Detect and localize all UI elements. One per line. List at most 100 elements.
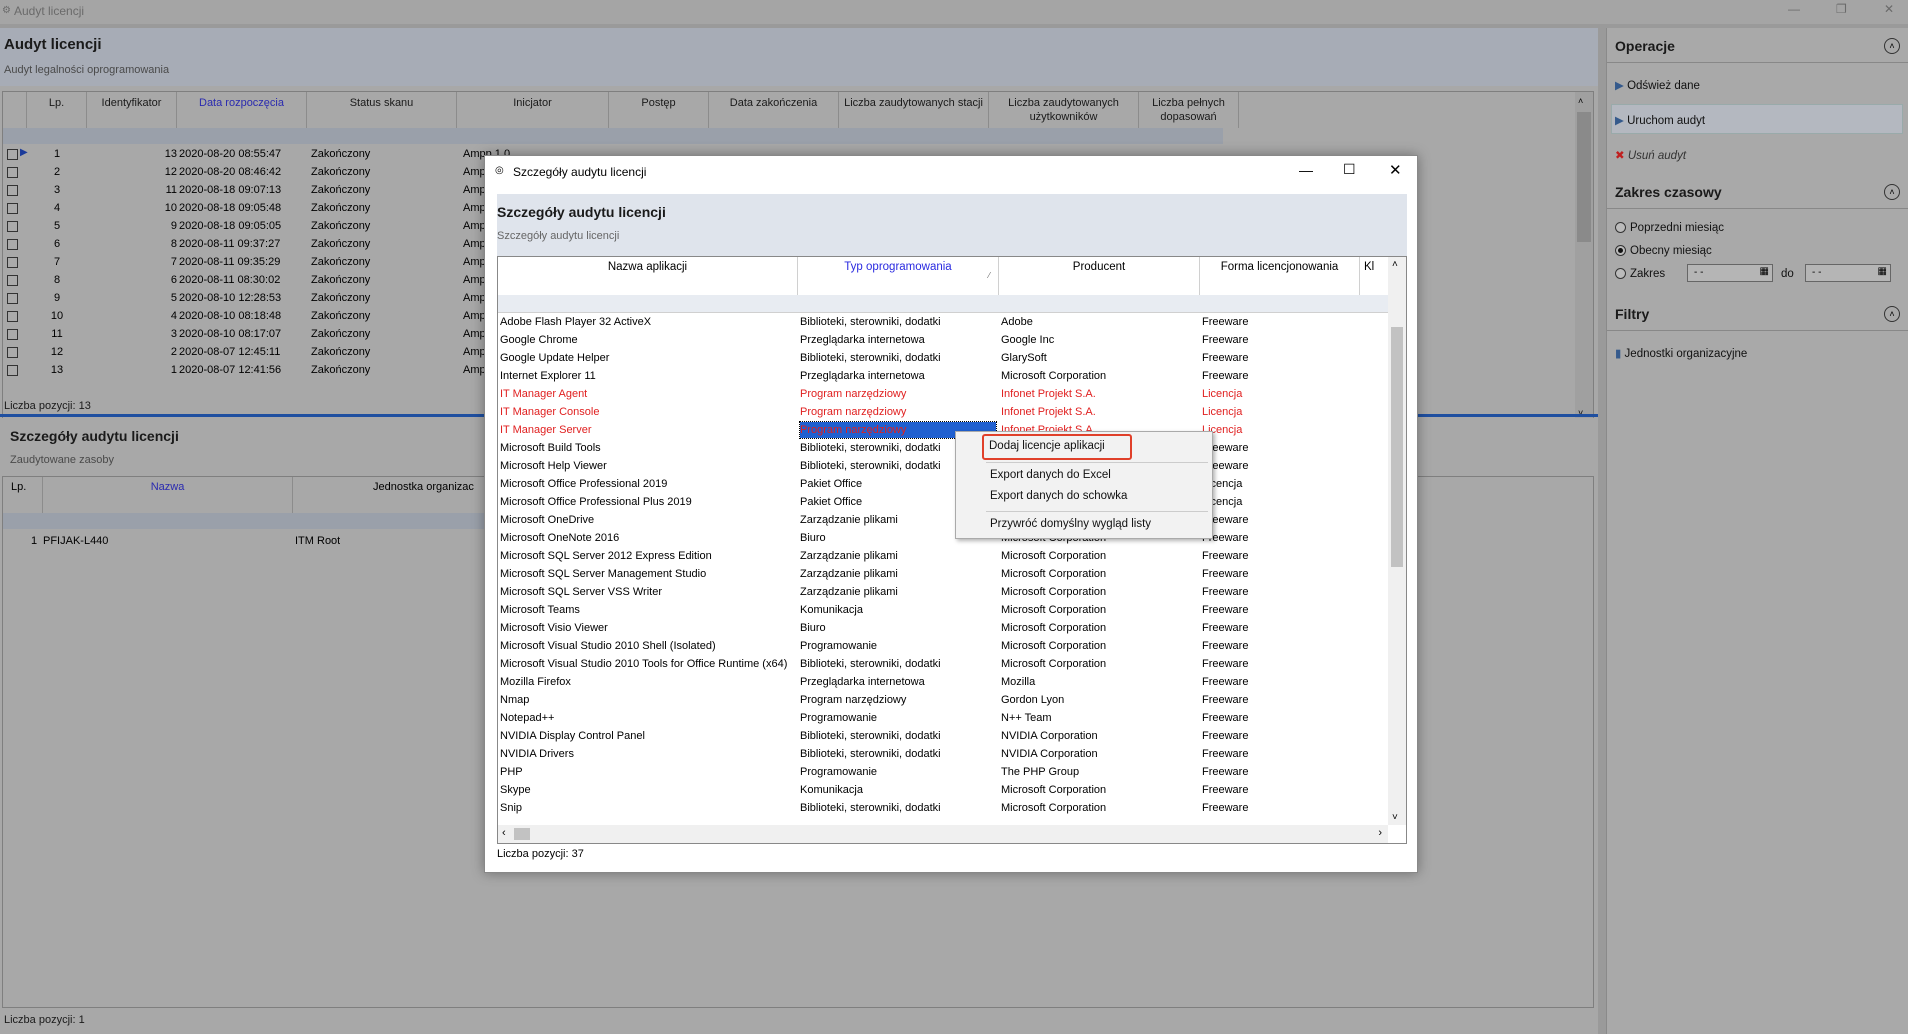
row-checkbox[interactable] (7, 275, 18, 286)
radio-this-month[interactable]: Obecny miesiąc (1615, 245, 1712, 257)
calendar-icon[interactable]: ▦ (1878, 266, 1887, 277)
collapse-icon[interactable]: ˄ (1884, 184, 1900, 200)
row-checkbox[interactable] (7, 167, 18, 178)
scroll-up-icon[interactable]: ˄ (1578, 96, 1583, 106)
list-item[interactable]: Microsoft SQL Server 2012 Express Editio… (498, 547, 1388, 565)
scroll-left-icon[interactable]: ‹ (502, 827, 506, 839)
radio-range[interactable]: Zakres (1615, 268, 1665, 280)
list-item[interactable]: Microsoft SQL Server VSS Writer Zarządzan… (498, 583, 1388, 601)
list-item[interactable]: Microsoft OneDrive Zarządzanie plikami Fre… (498, 511, 1388, 529)
col-header[interactable]: Identyfikator (87, 92, 177, 128)
list-item[interactable]: Google Chrome Przeglądarka internetowa Goo… (498, 331, 1388, 349)
row-checkbox[interactable] (7, 221, 18, 232)
collapse-icon[interactable]: ˄ (1884, 306, 1900, 322)
dialog-minimize-button[interactable]: — (1299, 162, 1313, 178)
row-checkbox[interactable] (7, 203, 18, 214)
row-checkbox[interactable] (7, 329, 18, 340)
list-item[interactable]: Internet Explorer 11 Przeglądarka interne… (498, 367, 1388, 385)
list-item[interactable]: Skype Komunikacja Microsoft Corporation Fre… (498, 781, 1388, 799)
radio-icon[interactable] (1615, 222, 1626, 233)
col-app-name[interactable]: Nazwa aplikacji (498, 257, 798, 295)
apps-hscroll[interactable]: ‹ › (498, 825, 1388, 843)
row-checkbox[interactable] (7, 293, 18, 304)
scroll-down-icon[interactable]: ˅ (1392, 812, 1398, 823)
radio-icon[interactable] (1615, 268, 1626, 279)
col-lp[interactable]: Lp. (3, 477, 43, 513)
collapse-icon[interactable]: ˄ (1884, 38, 1900, 54)
col-header[interactable]: Status skanu (307, 92, 457, 128)
col-header[interactable]: Liczba pełnych dopasowań (1139, 92, 1239, 128)
date-to-field[interactable]: - - ▦ (1805, 264, 1891, 282)
list-item[interactable]: Microsoft Visio Viewer Biuro Microsoft Cor… (498, 619, 1388, 637)
list-item[interactable]: Mozilla Firefox Przeglądarka internetowa M… (498, 673, 1388, 691)
list-item[interactable]: Microsoft SQL Server Management Studio Za… (498, 565, 1388, 583)
radio-prev-month[interactable]: Poprzedni miesiąc (1615, 222, 1724, 234)
col-license-form[interactable]: Forma licencjonowania (1200, 257, 1360, 295)
col-vendor[interactable]: Producent (999, 257, 1200, 295)
apps-vscroll[interactable]: ˄ ˅ (1388, 257, 1406, 825)
list-item[interactable]: Google Update Helper Biblioteki, sterowni… (498, 349, 1388, 367)
scroll-up-icon[interactable]: ˄ (1392, 259, 1398, 270)
resources-filter-row[interactable] (3, 513, 493, 529)
list-item[interactable]: Microsoft Visual Studio 2010 Tools for O… (498, 655, 1388, 673)
run-audit-item[interactable]: ▶ Uruchom audyt (1615, 113, 1705, 127)
list-item[interactable]: IT Manager Console Program narzędziowy Inf… (498, 403, 1388, 421)
col-header[interactable]: Data rozpoczęcia (177, 92, 307, 128)
list-item[interactable]: IT Manager Agent Program narzędziowy Infon… (498, 385, 1388, 403)
minimize-button[interactable]: — (1788, 2, 1800, 16)
calendar-icon[interactable]: ▦ (1760, 266, 1769, 277)
row-checkbox[interactable] (7, 347, 18, 358)
apps-filter-row[interactable] (498, 295, 1388, 313)
restore-button[interactable]: ❐ (1836, 2, 1847, 16)
dialog-maximize-button[interactable]: ☐ (1343, 161, 1356, 178)
col-nazwa[interactable]: Nazwa (43, 477, 293, 513)
audits-filter-row[interactable] (3, 128, 1223, 144)
menu-add-license[interactable]: Dodaj licencje aplikacji (989, 440, 1105, 452)
list-item[interactable]: Nmap Program narzędziowy Gordon Lyon Freewa… (498, 691, 1388, 709)
scroll-thumb[interactable] (514, 828, 530, 840)
scroll-thumb[interactable] (1391, 327, 1403, 567)
list-item[interactable]: PHP Programowanie The PHP Group Freeware (498, 763, 1388, 781)
audits-vscroll[interactable]: ˄ ˅ (1575, 92, 1593, 422)
row-checkbox[interactable] (7, 311, 18, 322)
radio-icon[interactable] (1615, 245, 1626, 256)
list-item[interactable]: Microsoft OneNote 2016BiuroMicrosoft Cor… (498, 529, 1388, 547)
list-item[interactable]: Microsoft Office Professional 2019 Pakiet… (498, 475, 1388, 493)
col-header[interactable]: Lp. (27, 92, 87, 128)
scroll-right-icon[interactable]: › (1378, 827, 1382, 839)
row-checkbox[interactable] (7, 149, 18, 160)
menu-export-clipboard[interactable]: Export danych do schowka (990, 490, 1127, 502)
list-item[interactable]: Microsoft Help Viewer Biblioteki, sterown… (498, 457, 1388, 475)
list-item[interactable]: Notepad++ Programowanie N++ Team Freeware (498, 709, 1388, 727)
org-units-filter[interactable]: ▮ Jednostki organizacyjne (1615, 346, 1747, 360)
close-button[interactable]: ✕ (1884, 2, 1894, 16)
col-header[interactable]: Liczba zaudytowanych użytkowników (989, 92, 1139, 128)
list-item[interactable]: Adobe Flash Player 32 ActiveX Biblioteki,… (498, 313, 1388, 331)
list-item[interactable]: NVIDIA Display Control Panel Biblioteki, … (498, 727, 1388, 745)
col-header[interactable]: Inicjator (457, 92, 609, 128)
row-checkbox[interactable] (7, 239, 18, 250)
list-item[interactable]: Microsoft Teams Komunikacja Microsoft Corp… (498, 601, 1388, 619)
list-item[interactable]: Microsoft Build Tools Biblioteki, sterown… (498, 439, 1388, 457)
table-row[interactable]: 1 PFIJAK-L440 ITM Root (3, 533, 493, 551)
dialog-close-button[interactable]: ✕ (1389, 161, 1402, 179)
col-header[interactable]: Postęp (609, 92, 709, 128)
list-item[interactable]: Microsoft Office Professional Plus 2019 P… (498, 493, 1388, 511)
refresh-button[interactable]: ▶ Odśwież dane (1615, 78, 1700, 92)
col-software-type[interactable]: Typ oprogramowania ⁄ (798, 257, 999, 295)
col-header[interactable]: Data zakończenia (709, 92, 839, 128)
row-checkbox[interactable] (7, 185, 18, 196)
list-item[interactable]: Snip Biblioteki, sterowniki, dodatki Micro… (498, 799, 1388, 817)
delete-audit-button[interactable]: ✖ Usuń audyt (1615, 148, 1686, 162)
col-kl[interactable]: Kl (1360, 257, 1388, 295)
list-item[interactable]: NVIDIA Drivers Biblioteki, sterowniki, do… (498, 745, 1388, 763)
scroll-thumb[interactable] (1577, 112, 1591, 242)
list-item[interactable]: IT Manager Server Program narzędziowy Info… (498, 421, 1388, 439)
list-item[interactable]: Microsoft Visual Studio 2010 Shell (Isol… (498, 637, 1388, 655)
menu-restore-layout[interactable]: Przywróć domyślny wygląd listy (990, 518, 1151, 530)
col-jednostka[interactable]: Jednostka organizac (293, 477, 493, 513)
row-checkbox[interactable] (7, 257, 18, 268)
row-checkbox[interactable] (7, 365, 18, 376)
col-header[interactable]: Liczba zaudytowanych stacji (839, 92, 989, 128)
menu-export-excel[interactable]: Export danych do Excel (990, 469, 1111, 481)
